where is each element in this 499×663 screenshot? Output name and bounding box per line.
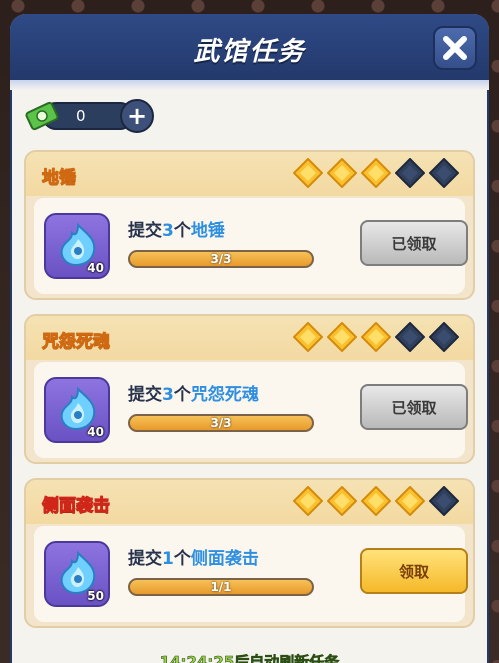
claimed-button[interactable]: 已领取 [360,220,468,266]
dark-gem-icon [395,322,425,352]
desc-unit: 个 [173,549,191,569]
dark-gem-icon [429,486,459,516]
desc-prefix: 提交 [128,221,162,241]
item-level: 40 [87,425,104,439]
task-item-icon[interactable]: 40 [44,213,110,279]
gold-gem-icon [395,486,425,516]
desc-unit: 个 [173,221,191,241]
currency-bar: 0 + [24,98,154,134]
gold-gem-icon [361,486,391,516]
task-description: 提交1个侧面袭击 [128,544,259,569]
claim-button[interactable]: 领取 [360,548,468,594]
plus-icon: + [126,102,148,130]
panel-header: 武馆任务 [10,14,489,80]
item-level: 50 [87,589,104,603]
task-card-header: 地锤 [26,152,473,196]
task-card-body: 50 提交1个侧面袭击 1/1 领取 [34,526,468,622]
task-card: 地锤 40 提交3个地锤 3/3 已领取 [24,150,475,300]
gold-gem-icon [293,486,323,516]
dark-gem-icon [395,158,425,188]
gold-gem-icon [361,158,391,188]
gold-gem-icon [327,486,357,516]
item-level: 40 [87,261,104,275]
action-button-label: 领取 [398,562,429,581]
task-card-body: 40 提交3个地锤 3/3 已领取 [34,198,468,294]
progress-text: 1/1 [210,580,232,594]
task-difficulty-stars [293,158,459,188]
task-description: 提交3个咒怨死魂 [128,380,259,405]
desc-prefix: 提交 [128,385,162,405]
desc-prefix: 提交 [128,549,162,569]
task-card: 侧面袭击 50 提交1个侧面袭击 1/1 领取 [24,478,475,628]
close-x-icon [443,36,467,60]
desc-count: 1 [162,549,174,569]
desc-unit: 个 [173,385,191,405]
progress-text: 3/3 [210,416,232,430]
task-card: 咒怨死魂 40 提交3个咒怨死魂 3/3 已领取 [24,314,475,464]
dark-gem-icon [429,322,459,352]
desc-item: 地锤 [190,221,225,241]
task-panel: 武馆任务 0 + 地锤 40 提交3个地锤 3/3 已领取 咒怨死魂 40 提交… [10,14,489,663]
ticket-icon [25,101,59,131]
task-difficulty-stars [293,322,459,352]
task-item-icon[interactable]: 40 [44,377,110,443]
action-button-label: 已领取 [391,398,437,417]
desc-item: 咒怨死魂 [190,385,259,405]
gold-gem-icon [361,322,391,352]
task-name: 咒怨死魂 [42,332,111,353]
task-difficulty-stars [293,486,459,516]
progress-text: 3/3 [210,252,232,266]
dark-gem-icon [429,158,459,188]
refresh-timer-note: 14:24:25后自动刷新任务 [159,653,340,663]
gold-gem-icon [327,158,357,188]
currency-amount: 0 [76,107,86,125]
desc-count: 3 [162,221,174,241]
header-divider [10,80,489,90]
gold-gem-icon [293,322,323,352]
task-progress-bar: 3/3 [128,250,314,268]
gold-gem-icon [293,158,323,188]
gold-gem-icon [327,322,357,352]
desc-count: 3 [162,385,174,405]
task-progress-bar: 1/1 [128,578,314,596]
task-progress-bar: 3/3 [128,414,314,432]
task-card-body: 40 提交3个咒怨死魂 3/3 已领取 [34,362,468,458]
task-name: 侧面袭击 [42,496,111,517]
panel-title: 武馆任务 [193,37,306,67]
task-name: 地锤 [42,168,77,189]
task-item-icon[interactable]: 50 [44,541,110,607]
action-button-label: 已领取 [391,234,437,253]
close-button[interactable] [433,26,477,70]
claimed-button[interactable]: 已领取 [360,384,468,430]
add-currency-button[interactable]: + [120,99,154,133]
desc-item: 侧面袭击 [190,549,259,569]
task-description: 提交3个地锤 [128,216,225,241]
task-card-header: 咒怨死魂 [26,316,473,360]
task-card-header: 侧面袭击 [26,480,473,524]
